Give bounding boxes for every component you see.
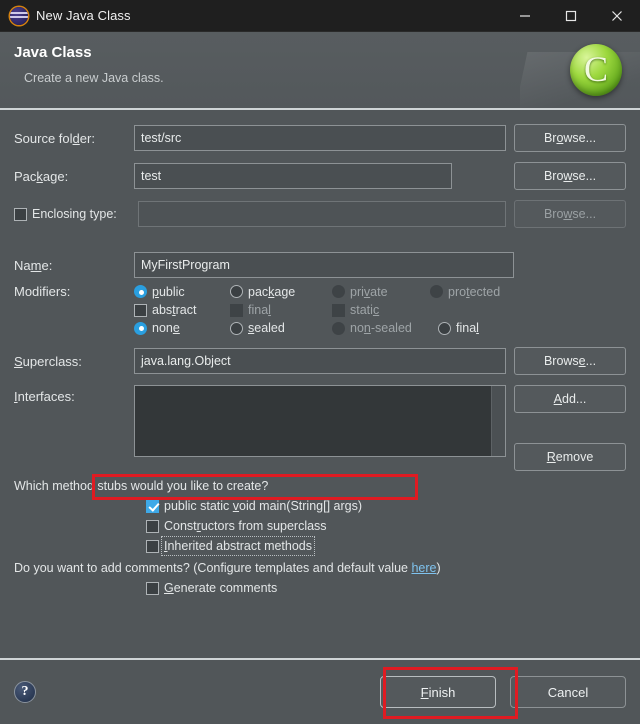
java-class-badge-icon: C — [570, 44, 622, 96]
wizard-banner: Java Class Create a new Java class. C — [0, 32, 640, 110]
interfaces-list-content — [135, 386, 491, 456]
enclosing-type-label: Enclosing type: — [32, 207, 117, 221]
enclosing-type-row: Enclosing type: Bro w se... — [14, 200, 626, 228]
superclass-browse-button[interactable]: Brows e... — [514, 347, 626, 375]
source-folder-browse-button[interactable]: Browse...Browse... — [514, 124, 626, 152]
radio-protected-indicator — [430, 285, 443, 298]
badge-letter: C — [583, 48, 608, 89]
title-bar: New Java Class — [0, 0, 640, 32]
modifiers-sealed-row: none sealed non-sealed final — [14, 321, 626, 335]
close-icon[interactable] — [594, 0, 640, 32]
modifier-radio-final[interactable]: final — [438, 321, 479, 335]
configure-templates-link[interactable]: here — [411, 561, 436, 575]
modifier-radio-public[interactable]: public — [134, 285, 226, 299]
new-java-class-dialog: New Java Class Java Class Create a new J… — [0, 0, 640, 724]
cancel-button[interactable]: Cancel — [510, 676, 626, 708]
generate-comments-checkbox[interactable]: Generate comments — [146, 581, 626, 595]
banner-artwork: C — [520, 32, 640, 108]
radio-private-indicator — [332, 285, 345, 298]
checkbox-constructors-box — [146, 519, 159, 533]
stub-main-checkbox[interactable]: public static void main(String[] args) — [146, 499, 626, 513]
radio-none-indicator — [134, 321, 147, 335]
window-controls — [502, 0, 640, 32]
superclass-input[interactable]: java.lang.Object — [134, 348, 506, 374]
radio-package-indicator — [230, 285, 243, 298]
checkbox-static-box — [332, 303, 345, 317]
radio-non-sealed-indicator — [332, 321, 345, 335]
modifier-radio-protected: protected — [430, 285, 500, 299]
radio-final-indicator — [438, 321, 451, 335]
comments-question: Do you want to add comments? (Configure … — [14, 561, 441, 575]
modifiers-label: Modifiers: — [14, 284, 71, 299]
window-title: New Java Class — [36, 8, 131, 23]
checkbox-abstract-box — [134, 303, 147, 317]
modifier-checkbox-static: static — [332, 303, 379, 317]
source-folder-label: Source folder: — [14, 130, 95, 146]
modifiers-flags-row: abstract final static — [14, 303, 626, 317]
stub-inherited-checkbox[interactable]: Inherited abstract methods — [146, 536, 626, 556]
enclosing-type-input[interactable] — [138, 201, 506, 227]
superclass-label: Superclass: — [14, 353, 82, 369]
source-folder-input[interactable]: test/src — [134, 125, 506, 151]
modifier-checkbox-abstract[interactable]: abstract — [134, 303, 226, 317]
checkbox-main-box — [146, 499, 159, 513]
name-label: Name: — [14, 257, 53, 273]
modifiers-access-row: Modifiers: public package private protec… — [14, 284, 626, 299]
stub-constructors-checkbox[interactable]: Constructors from superclass — [146, 519, 626, 533]
enclosing-type-checkbox[interactable]: Enclosing type: — [14, 207, 134, 221]
package-row: Package: test Bro w se... — [14, 162, 626, 190]
minimize-icon[interactable] — [502, 0, 548, 32]
eclipse-icon — [10, 6, 28, 25]
package-browse-button[interactable]: Bro w se... — [514, 162, 626, 190]
modifier-radio-package[interactable]: package — [230, 285, 328, 299]
package-input[interactable]: test — [134, 163, 452, 189]
dialog-body: Source folder: test/src Browse...Browse.… — [0, 110, 640, 658]
checkbox-inherited-box — [146, 539, 159, 553]
interfaces-label: Interfaces: — [14, 389, 75, 404]
method-stubs-question: Which method stubs would you like to cre… — [14, 479, 269, 493]
modifier-radio-non-sealed: non-sealed — [332, 321, 434, 335]
maximize-icon[interactable] — [548, 0, 594, 32]
interfaces-scrollbar[interactable] — [491, 386, 505, 456]
name-input[interactable]: MyFirstProgram — [134, 252, 514, 278]
package-label: Package: — [14, 168, 69, 184]
dialog-footer: ? Finish Cancel — [0, 658, 640, 724]
help-icon[interactable]: ? — [14, 681, 36, 703]
modifier-radio-none[interactable]: none — [134, 321, 226, 335]
source-folder-row: Source folder: test/src Browse...Browse.… — [14, 124, 626, 152]
name-row: Name: MyFirstProgram — [14, 252, 626, 278]
footer-buttons: Finish Cancel — [380, 676, 626, 708]
enclosing-type-checkbox-box — [14, 207, 27, 221]
checkbox-generate-comments-box — [146, 581, 159, 595]
checkbox-final-box — [230, 303, 243, 317]
finish-button[interactable]: Finish — [380, 676, 496, 708]
interfaces-add-button[interactable]: Add... — [514, 385, 626, 413]
modifier-radio-sealed[interactable]: sealed — [230, 321, 328, 335]
interfaces-listbox[interactable] — [134, 385, 506, 457]
modifier-checkbox-final: final — [230, 303, 328, 317]
modifier-radio-private: private — [332, 285, 426, 299]
superclass-row: Superclass: java.lang.Object Brows e... — [14, 347, 626, 375]
enclosing-type-browse-button: Bro w se... — [514, 200, 626, 228]
interfaces-remove-button[interactable]: Remove — [514, 443, 626, 471]
radio-sealed-indicator — [230, 321, 243, 335]
interfaces-row: Interfaces: Add... Remove — [14, 385, 626, 471]
radio-public-indicator — [134, 285, 147, 298]
